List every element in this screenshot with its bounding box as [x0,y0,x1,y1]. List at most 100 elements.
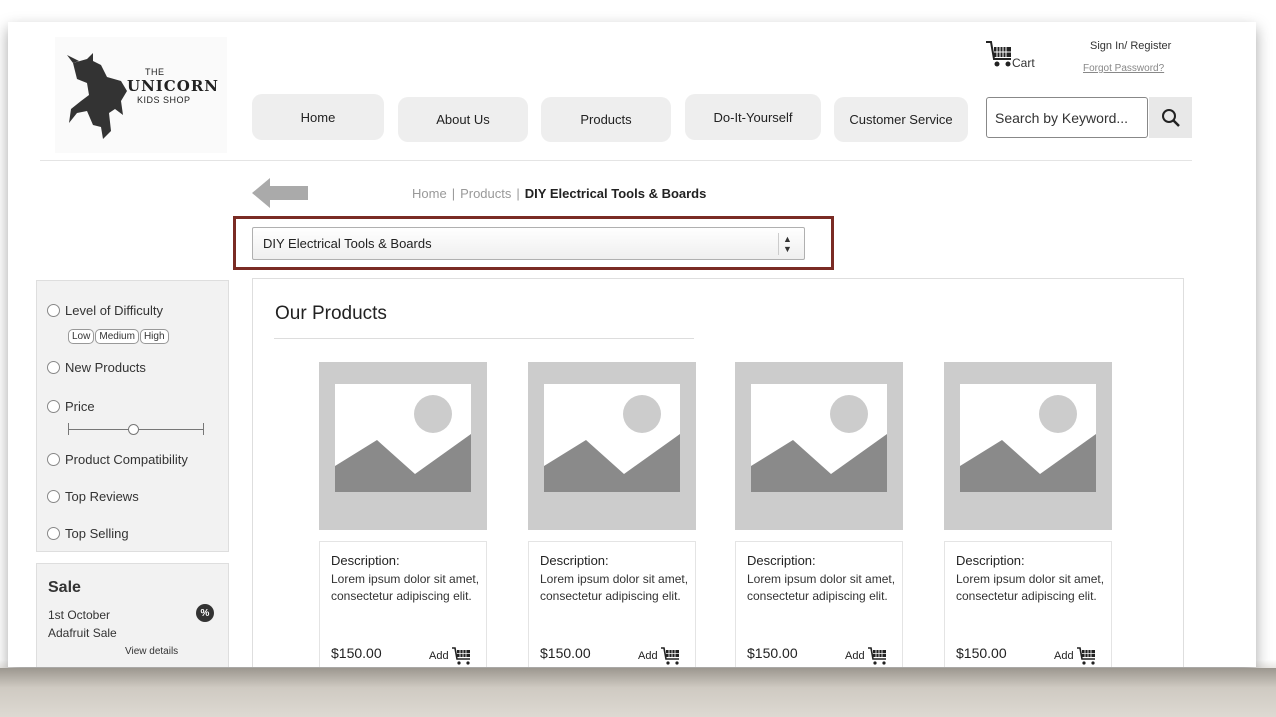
background-floor [0,668,1276,717]
view-details-link[interactable]: View details [125,646,178,657]
radio-button[interactable] [47,361,60,374]
product-card: Description: Lorem ipsum dolor sit amet, … [319,541,487,667]
breadcrumb-current: DIY Electrical Tools & Boards [524,186,707,201]
cart-icon [451,647,470,665]
filter-new-products[interactable]: New Products [47,360,146,375]
product-image-placeholder[interactable] [735,362,903,530]
page: THE UNICORN KIDS SHOP Home About Us Prod… [8,22,1256,667]
search-icon [1161,108,1180,127]
back-arrow-icon[interactable] [252,176,310,210]
product-description: Lorem ipsum dolor sit amet, consectetur … [956,572,1105,603]
cart-icon [986,41,1011,67]
product-price: $150.00 [540,645,591,661]
product-card: Description: Lorem ipsum dolor sit amet, … [944,541,1112,667]
add-to-cart-label: Add [638,650,658,662]
slider-handle[interactable] [128,424,139,435]
products-title: Our Products [275,303,387,324]
sale-name: Adafruit Sale [48,626,117,640]
slider-min-tick [68,423,69,435]
product-image-placeholder[interactable] [944,362,1112,530]
nav-customer-service-button[interactable]: Customer Service [834,97,968,142]
difficulty-high-button[interactable]: High [139,329,169,344]
add-to-cart-label: Add [429,650,449,662]
shop-logo[interactable]: THE UNICORN KIDS SHOP [55,37,227,153]
product-description: Lorem ipsum dolor sit amet, consectetur … [540,572,689,603]
filter-label: Top Selling [65,526,129,541]
filter-level-of-difficulty[interactable]: Level of Difficulty [47,303,163,318]
product-description-title: Description: [956,553,1025,568]
filter-price[interactable]: Price [47,399,95,414]
add-to-cart-label: Add [845,650,865,662]
product-description-title: Description: [331,553,400,568]
header-divider [40,160,1192,161]
price-slider[interactable] [68,423,204,435]
sale-date: 1st October [48,608,111,622]
radio-button[interactable] [47,304,60,317]
radio-button[interactable] [47,400,60,413]
sign-in-register-link[interactable]: Sign In/ Register [1090,40,1171,52]
product-price: $150.00 [331,645,382,661]
sale-panel: Sale 1st October Adafruit Sale View deta… [36,563,229,667]
filter-product-compatibility[interactable]: Product Compatibility [47,452,188,467]
unicorn-icon [67,53,127,139]
product-card: Description: Lorem ipsum dolor sit amet, … [528,541,696,667]
product-price: $150.00 [747,645,798,661]
nav-about-us-button[interactable]: About Us [398,97,528,142]
add-to-cart-button[interactable]: Add [429,646,473,666]
cart-label: Cart [1012,56,1035,70]
breadcrumb-products[interactable]: Products [460,186,511,201]
radio-button[interactable] [47,453,60,466]
logo-text-the: THE [145,67,165,77]
sale-title: Sale [48,579,81,596]
difficulty-low-button[interactable]: Low [68,329,95,344]
difficulty-levels: Low Medium High [68,326,170,344]
slider-max-tick [203,423,204,435]
image-placeholder-icon [335,384,471,492]
filter-label: Product Compatibility [65,452,188,467]
logo-text-kids-shop: KIDS SHOP [137,95,191,105]
forgot-password-link[interactable]: Forgot Password? [1083,63,1164,74]
add-to-cart-button[interactable]: Add [1054,646,1098,666]
image-placeholder-icon [544,384,680,492]
filter-top-reviews[interactable]: Top Reviews [47,489,139,504]
image-placeholder-icon [960,384,1096,492]
category-select[interactable]: DIY Electrical Tools & Boards [252,227,805,260]
filter-label: New Products [65,360,146,375]
cart-icon [867,647,886,665]
image-placeholder-icon [751,384,887,492]
breadcrumb: Home | Products | DIY Electrical Tools & Boa… [412,186,706,201]
product-description-title: Description: [540,553,609,568]
radio-button[interactable] [47,527,60,540]
filter-label: Level of Difficulty [65,303,164,318]
product-description-title: Description: [747,553,816,568]
product-price: $150.00 [956,645,1007,661]
select-arrows-icon[interactable]: ▲ ▼ [778,233,796,255]
search-input[interactable]: Search by Keyword... [986,97,1148,138]
product-description: Lorem ipsum dolor sit amet, consectetur … [747,572,896,603]
product-description: Lorem ipsum dolor sit amet, consectetur … [331,572,480,603]
cart-button[interactable]: Cart [985,39,1045,73]
add-to-cart-button[interactable]: Add [638,646,682,666]
nav-do-it-yourself-button[interactable]: Do-It-Yourself [685,94,821,140]
add-to-cart-label: Add [1054,650,1074,662]
difficulty-medium-button[interactable]: Medium [95,329,139,344]
breadcrumb-home[interactable]: Home [412,186,447,201]
filter-label: Top Reviews [65,489,139,504]
filter-label: Price [65,399,95,414]
filter-top-selling[interactable]: Top Selling [47,526,129,541]
breadcrumb-separator: | [451,186,456,201]
product-image-placeholder[interactable] [319,362,487,530]
cart-icon [1076,647,1095,665]
nav-products-button[interactable]: Products [541,97,671,142]
percent-badge-icon: % [196,604,214,622]
filter-panel: Level of Difficulty Low Medium High New Pr… [36,280,229,552]
add-to-cart-button[interactable]: Add [845,646,889,666]
cart-icon [660,647,679,665]
search-button[interactable] [1149,97,1192,138]
nav-home-button[interactable]: Home [252,94,384,140]
radio-button[interactable] [47,490,60,503]
product-image-placeholder[interactable] [528,362,696,530]
breadcrumb-separator: | [516,186,520,201]
logo-text-unicorn: UNICORN [127,77,219,95]
products-title-divider [274,338,694,339]
